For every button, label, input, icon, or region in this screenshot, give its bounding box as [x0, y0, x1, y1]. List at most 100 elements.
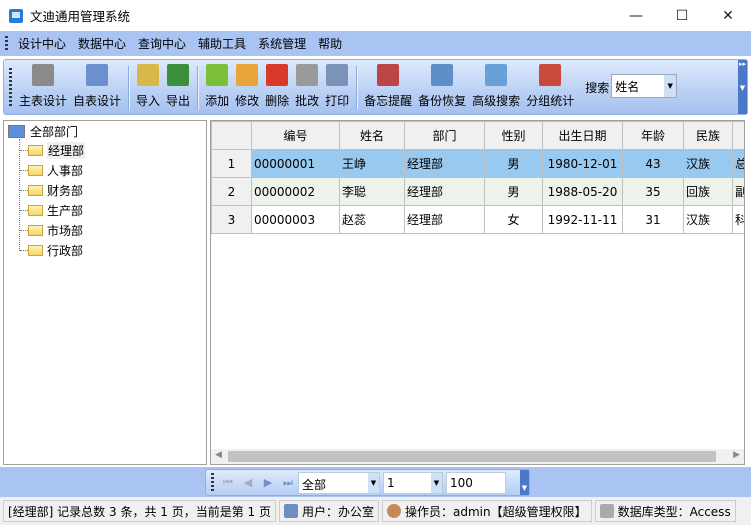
toolbar: 主表设计 自表设计 导入 导出 添加 修改 删除 批改 打印 备忘提醒 备份恢复 高级搜索 分组统计 搜…	[3, 59, 748, 115]
table-row[interactable]: 100000001王峥经理部男1980-12-0143汉族总	[211, 149, 744, 178]
menu-tools[interactable]: 辅助工具	[192, 35, 252, 52]
grip-handle[interactable]	[5, 35, 8, 52]
toolbar-button[interactable]: 备忘提醒	[361, 60, 415, 114]
table-cell[interactable]: 科	[732, 205, 744, 234]
scope-select[interactable]: 全部 ▼	[298, 471, 380, 494]
grip-handle[interactable]	[9, 68, 12, 108]
tree-node[interactable]: 经理部	[28, 141, 86, 159]
table-cell[interactable]: 总	[732, 149, 744, 178]
scroll-right-icon[interactable]: ▶	[733, 450, 740, 460]
last-page-icon[interactable]: ⏭	[278, 476, 298, 490]
row-number[interactable]: 3	[211, 205, 252, 234]
row-number[interactable]: 1	[211, 149, 252, 178]
scroll-left-icon[interactable]: ◀	[215, 450, 222, 460]
tree-node-root[interactable]: 全部部门	[8, 122, 78, 140]
toolbar-button[interactable]: 修改	[232, 60, 262, 114]
column-header[interactable]: 年龄	[622, 121, 684, 150]
tree-node[interactable]: 市场部	[28, 221, 83, 239]
toolbar-button[interactable]: 主表设计	[16, 60, 70, 114]
table-cell[interactable]: 汉族	[683, 205, 733, 234]
table-cell[interactable]: 31	[622, 205, 684, 234]
toolbar-button[interactable]: 批改	[292, 60, 322, 114]
toolbar-button[interactable]: 打印	[322, 60, 352, 114]
table-cell[interactable]: 00000001	[251, 149, 340, 178]
table-cell[interactable]: 副	[732, 177, 744, 206]
column-header[interactable]: 性别	[484, 121, 543, 150]
search-label: 搜索	[585, 81, 610, 95]
toolbar-button[interactable]: 备份恢复	[415, 60, 469, 114]
toolbar-button[interactable]: 添加	[202, 60, 232, 114]
minimize-button[interactable]: —	[613, 0, 659, 31]
toolbar-button[interactable]: 导出	[163, 60, 193, 114]
next-page-icon[interactable]: ▶	[258, 476, 278, 489]
table-cell[interactable]: 经理部	[404, 177, 485, 206]
navigator-overflow-button[interactable]: ▼	[520, 470, 529, 495]
tree-node[interactable]: 生产部	[28, 201, 83, 219]
toolbar-button[interactable]: 高级搜索	[469, 60, 523, 114]
table-cell[interactable]: 1980-12-01	[542, 149, 623, 178]
table-cell[interactable]: 男	[484, 177, 543, 206]
table-cell[interactable]: 43	[622, 149, 684, 178]
table-cell[interactable]: 1988-05-20	[542, 177, 623, 206]
column-header[interactable]: 姓名	[339, 121, 405, 150]
table-cell[interactable]: 00000002	[251, 177, 340, 206]
horizontal-scrollbar[interactable]: ◀ ▶	[211, 449, 744, 464]
table-cell[interactable]: 汉族	[683, 149, 733, 178]
table-cell[interactable]: 回族	[683, 177, 733, 206]
table-cell[interactable]: 赵蕊	[339, 205, 405, 234]
table-row[interactable]: 200000002李聪经理部男1988-05-2035回族副	[211, 177, 744, 206]
tree-node-label: 市场部	[47, 223, 84, 238]
tree-node[interactable]: 人事部	[28, 161, 83, 179]
table-cell[interactable]: 经理部	[404, 149, 485, 178]
page-size-input[interactable]: 100	[446, 471, 506, 494]
toolbar-overflow-button[interactable]: ▸▸ ▼	[738, 60, 747, 114]
search-field-value: 姓名	[615, 80, 640, 94]
search-field-select[interactable]: 姓名 ▼	[611, 74, 678, 98]
table-cell[interactable]: 男	[484, 149, 543, 178]
status-dbtype: 数据库类型：Access	[594, 500, 736, 522]
title-bar: 文迪通用管理系统 — ☐ ✕	[0, 0, 751, 31]
column-header[interactable]: 编号	[251, 121, 340, 150]
menu-help[interactable]: 帮助	[312, 35, 348, 52]
chevron-down-icon: ▼	[431, 472, 442, 493]
data-grid: 编号 姓名 部门 性别 出生日期 年龄 民族 1 00000001 王峥 经理部男 19…	[210, 120, 745, 465]
page-select[interactable]: 1 ▼	[383, 471, 443, 494]
toolbar-button[interactable]: 删除	[262, 60, 292, 114]
table-cell[interactable]: 35	[622, 177, 684, 206]
tree-node[interactable]: 行政部	[28, 241, 83, 259]
menu-query-center[interactable]: 查询中心	[132, 35, 192, 52]
maximize-button[interactable]: ☐	[659, 0, 705, 31]
toolbar-button-label: 分组统计	[526, 94, 575, 108]
operator-text: 操作员：admin【超级管理权限】	[405, 504, 587, 519]
table-cell[interactable]: 女	[484, 205, 543, 234]
menu-system[interactable]: 系统管理	[252, 35, 312, 52]
table-cell[interactable]: 李聪	[339, 177, 405, 206]
toolbar-separator	[128, 66, 130, 110]
close-button[interactable]: ✕	[705, 0, 751, 31]
tree-node[interactable]: 财务部	[28, 181, 83, 199]
folder-icon	[28, 204, 43, 216]
column-header[interactable]	[732, 121, 744, 150]
table-cell[interactable]: 00000003	[251, 205, 340, 234]
excel-export-icon	[167, 64, 190, 86]
scrollbar-thumb[interactable]	[228, 451, 716, 462]
menu-data-center[interactable]: 数据中心	[72, 35, 132, 52]
toolbar-button[interactable]: 导入	[133, 60, 163, 114]
previous-page-icon[interactable]: ◀	[238, 476, 258, 489]
table-row[interactable]: 300000003赵蕊经理部女1992-11-1131汉族科	[211, 205, 744, 234]
window-title: 文迪通用管理系统	[30, 9, 131, 24]
table-cell[interactable]: 1992-11-11	[542, 205, 623, 234]
table-cell[interactable]: 王峥	[339, 149, 405, 178]
toolbar-separator	[356, 66, 358, 110]
column-header[interactable]: 出生日期	[542, 121, 623, 150]
menu-design-center[interactable]: 设计中心	[12, 35, 72, 52]
toolbar-button[interactable]: 分组统计	[523, 60, 577, 114]
first-page-icon[interactable]: ⏮	[218, 476, 238, 490]
toolbar-button-label: 导入	[136, 94, 161, 108]
grip-handle[interactable]	[211, 472, 214, 493]
table-cell[interactable]: 经理部	[404, 205, 485, 234]
column-header[interactable]: 部门	[404, 121, 485, 150]
row-number[interactable]: 2	[211, 177, 252, 206]
column-header[interactable]: 民族	[683, 121, 733, 150]
toolbar-button[interactable]: 自表设计	[70, 60, 124, 114]
